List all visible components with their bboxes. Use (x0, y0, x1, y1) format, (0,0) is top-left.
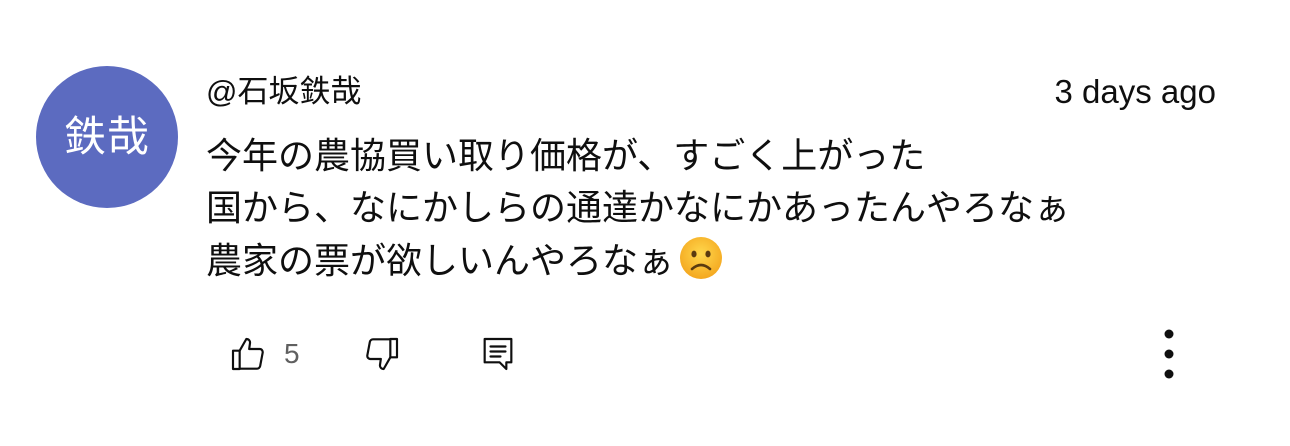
reply-button[interactable] (476, 332, 520, 376)
like-button[interactable] (226, 332, 270, 376)
comment-line: 国から、なにかしらの通達かなにかあったんやろなぁ (206, 188, 1071, 229)
dislike-button[interactable] (360, 332, 404, 376)
like-count: 5 (284, 338, 300, 369)
comment-actions: 5 (0, 320, 1290, 390)
frowning-face-emoji (680, 237, 723, 279)
thumbs-up-icon (231, 337, 264, 371)
comment-body: 今年の農協買い取り価格が、すごく上がった 国から、なにかしらの通達かなにかあった… (206, 131, 1246, 288)
comment-line-text: 農家の票が欲しいんやろなぁ (206, 241, 675, 282)
comment-timestamp: 3 days ago (1054, 73, 1216, 110)
comment: 鉄哉 @石坂鉄哉 3 days ago 今年の農協買い取り価格が、すごく上がった… (0, 0, 1290, 446)
more-actions-button[interactable] (1146, 324, 1192, 384)
comment-reply-icon (483, 337, 513, 371)
thumbs-down-icon (366, 337, 399, 371)
avatar[interactable]: 鉄哉 (36, 66, 178, 208)
comment-line: 今年の農協買い取り価格が、すごく上がった (206, 136, 926, 177)
comment-line: 農家の票が欲しいんやろなぁ (206, 235, 1246, 288)
more-vertical-icon (1164, 329, 1174, 379)
avatar-initials: 鉄哉 (63, 112, 150, 161)
comment-author[interactable]: @石坂鉄哉 (206, 72, 361, 112)
